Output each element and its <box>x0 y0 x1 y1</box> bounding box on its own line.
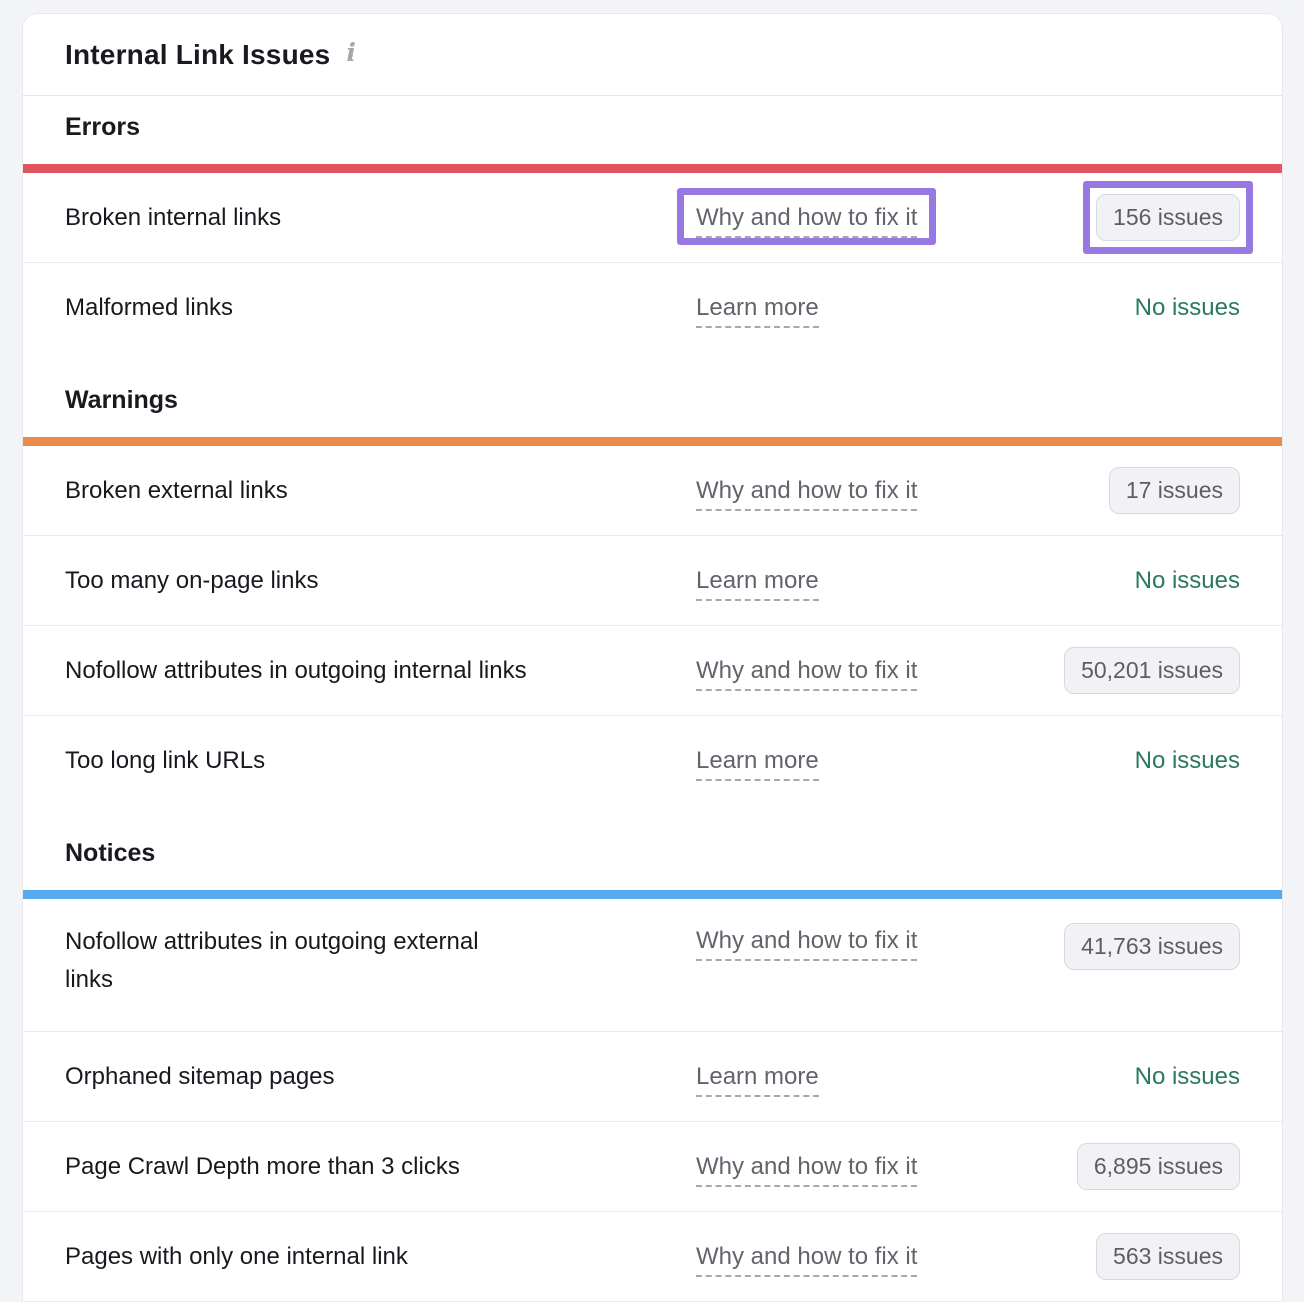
issue-label: Nofollow attributes in outgoing external… <box>65 923 696 999</box>
issue-label: Too many on-page links <box>65 562 696 600</box>
issue-count-cell: 41,763 issues <box>1064 923 1240 970</box>
issue-row: Too many on-page links Learn more No iss… <box>23 536 1282 626</box>
issue-link-cell: Learn more <box>696 294 1032 322</box>
why-how-to-fix-link[interactable]: Why and how to fix it <box>696 657 917 691</box>
issue-count-cell: 50,201 issues <box>1064 647 1240 694</box>
issue-section-errors: Errors Broken internal links Why and how… <box>23 96 1282 353</box>
issue-row: Orphaned sitemap pages Learn more No iss… <box>23 1032 1282 1122</box>
issue-row: Nofollow attributes in outgoing external… <box>23 899 1282 1032</box>
issue-link-cell: Why and how to fix it <box>696 927 1032 955</box>
why-how-to-fix-link[interactable]: Why and how to fix it <box>696 927 917 961</box>
section-rows: Nofollow attributes in outgoing external… <box>23 899 1282 1302</box>
issue-count-cell: No issues <box>1135 294 1240 322</box>
learn-more-link[interactable]: Learn more <box>696 294 819 328</box>
highlight-box: Why and how to fix it <box>677 188 936 245</box>
issue-label: Malformed links <box>65 289 696 327</box>
issue-link-cell: Why and how to fix it <box>696 1153 1032 1181</box>
issues-count-badge[interactable]: 156 issues <box>1096 194 1240 241</box>
issues-count-badge[interactable]: 50,201 issues <box>1064 647 1240 694</box>
issue-row: Broken internal links Why and how to fix… <box>23 173 1282 263</box>
issues-count-badge[interactable]: 563 issues <box>1096 1233 1240 1280</box>
issue-count-cell: No issues <box>1135 747 1240 775</box>
no-issues-text: No issues <box>1135 567 1240 595</box>
info-icon[interactable]: i <box>346 38 356 67</box>
issue-count-cell: No issues <box>1135 1063 1240 1091</box>
issue-count-cell: 156 issues <box>1096 194 1240 241</box>
issue-label: Nofollow attributes in outgoing internal… <box>65 652 696 690</box>
issue-row: Broken external links Why and how to fix… <box>23 446 1282 536</box>
issue-link-cell: Why and how to fix it <box>696 657 1032 685</box>
issues-count-badge[interactable]: 6,895 issues <box>1077 1143 1240 1190</box>
issue-row: Page Crawl Depth more than 3 clicks Why … <box>23 1122 1282 1212</box>
highlight-box: 156 issues <box>1083 181 1253 254</box>
issue-label: Broken external links <box>65 472 696 510</box>
sections-container: Errors Broken internal links Why and how… <box>23 96 1282 1302</box>
issue-link-cell: Why and how to fix it <box>696 477 1032 505</box>
issue-row: Malformed links Learn more No issues <box>23 263 1282 353</box>
learn-more-link[interactable]: Learn more <box>696 1063 819 1097</box>
section-heading: Errors <box>23 96 1282 164</box>
issue-label: Pages with only one internal link <box>65 1238 696 1276</box>
issue-row: Nofollow attributes in outgoing internal… <box>23 626 1282 716</box>
issue-link-cell: Learn more <box>696 567 1032 595</box>
issue-link-cell: Learn more <box>696 747 1032 775</box>
why-how-to-fix-link[interactable]: Why and how to fix it <box>696 1153 917 1187</box>
issue-label: Too long link URLs <box>65 742 696 780</box>
why-how-to-fix-link[interactable]: Why and how to fix it <box>696 204 917 238</box>
issue-count-cell: No issues <box>1135 567 1240 595</box>
issue-row: Too long link URLs Learn more No issues <box>23 716 1282 806</box>
learn-more-link[interactable]: Learn more <box>696 567 819 601</box>
section-heading: Warnings <box>23 353 1282 437</box>
card-header: Internal Link Issues i <box>23 14 1282 96</box>
internal-link-issues-card: Internal Link Issues i Errors Broken int… <box>22 13 1283 1302</box>
no-issues-text: No issues <box>1135 1063 1240 1091</box>
why-how-to-fix-link[interactable]: Why and how to fix it <box>696 477 917 511</box>
no-issues-text: No issues <box>1135 747 1240 775</box>
section-rows: Broken internal links Why and how to fix… <box>23 173 1282 353</box>
page-title: Internal Link Issues <box>65 39 330 71</box>
issue-count-cell: 563 issues <box>1096 1233 1240 1280</box>
issue-count-cell: 6,895 issues <box>1077 1143 1240 1190</box>
section-severity-bar <box>23 437 1282 446</box>
issue-label: Broken internal links <box>65 199 696 237</box>
issue-row: Pages with only one internal link Why an… <box>23 1212 1282 1302</box>
learn-more-link[interactable]: Learn more <box>696 747 819 781</box>
section-severity-bar <box>23 890 1282 899</box>
no-issues-text: No issues <box>1135 294 1240 322</box>
issue-section-warnings: Warnings Broken external links Why and h… <box>23 353 1282 806</box>
issue-link-cell: Why and how to fix it <box>696 204 1032 232</box>
section-heading: Notices <box>23 806 1282 890</box>
why-how-to-fix-link[interactable]: Why and how to fix it <box>696 1243 917 1277</box>
section-rows: Broken external links Why and how to fix… <box>23 446 1282 806</box>
issue-label: Page Crawl Depth more than 3 clicks <box>65 1148 696 1186</box>
issue-label: Orphaned sitemap pages <box>65 1058 696 1096</box>
issues-count-badge[interactable]: 17 issues <box>1109 467 1240 514</box>
issues-count-badge[interactable]: 41,763 issues <box>1064 923 1240 970</box>
issue-section-notices: Notices Nofollow attributes in outgoing … <box>23 806 1282 1302</box>
issue-count-cell: 17 issues <box>1109 467 1240 514</box>
section-severity-bar <box>23 164 1282 173</box>
issue-link-cell: Why and how to fix it <box>696 1243 1032 1271</box>
issue-link-cell: Learn more <box>696 1063 1032 1091</box>
